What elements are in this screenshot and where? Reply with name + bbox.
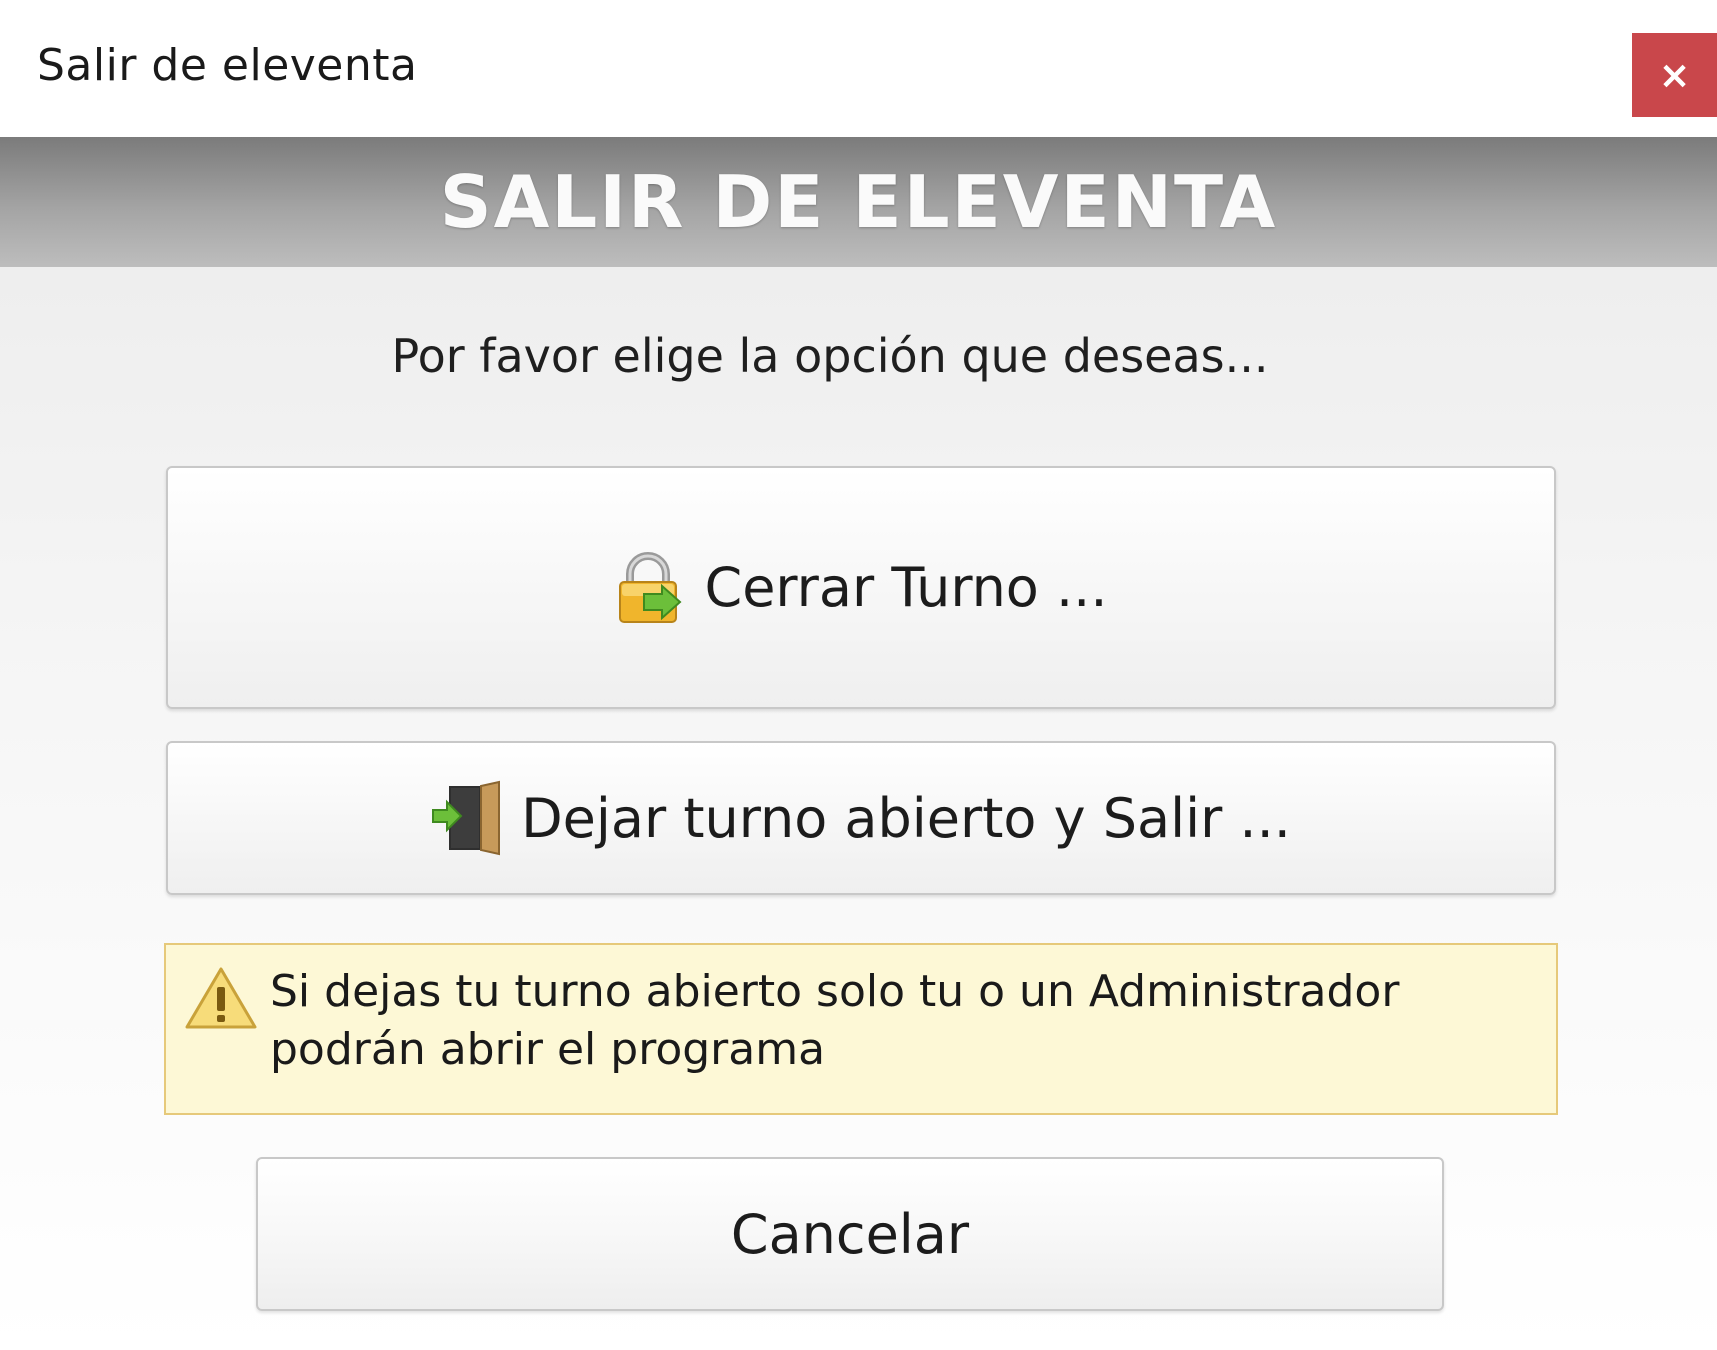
leave-shift-open-button[interactable]: Dejar turno abierto y Salir ... [166, 741, 1556, 895]
close-shift-button[interactable]: Cerrar Turno ... [166, 466, 1556, 709]
close-button[interactable]: × [1632, 33, 1717, 117]
cancel-button[interactable]: Cancelar [256, 1157, 1444, 1311]
warning-message: Si dejas tu turno abierto solo tu o un A… [164, 943, 1558, 1115]
title-bar: Salir de eleventa × [0, 0, 1717, 137]
warning-icon [184, 965, 258, 1031]
exit-dialog: Salir de eleventa × SALIR DE ELEVENTA Po… [0, 0, 1717, 1350]
header-title: SALIR DE ELEVENTA [439, 160, 1278, 244]
lock-exit-icon [614, 550, 686, 626]
close-shift-label: Cerrar Turno ... [704, 556, 1108, 619]
prompt-text: Por favor elige la opción que deseas... [391, 329, 1269, 383]
header-banner: SALIR DE ELEVENTA [0, 137, 1717, 267]
door-exit-icon [431, 780, 503, 856]
window-title: Salir de eleventa [37, 40, 418, 91]
dialog-content: Por favor elige la opción que deseas... … [0, 267, 1717, 1350]
warning-text: Si dejas tu turno abierto solo tu o un A… [270, 966, 1400, 1075]
leave-shift-open-label: Dejar turno abierto y Salir ... [521, 786, 1291, 850]
